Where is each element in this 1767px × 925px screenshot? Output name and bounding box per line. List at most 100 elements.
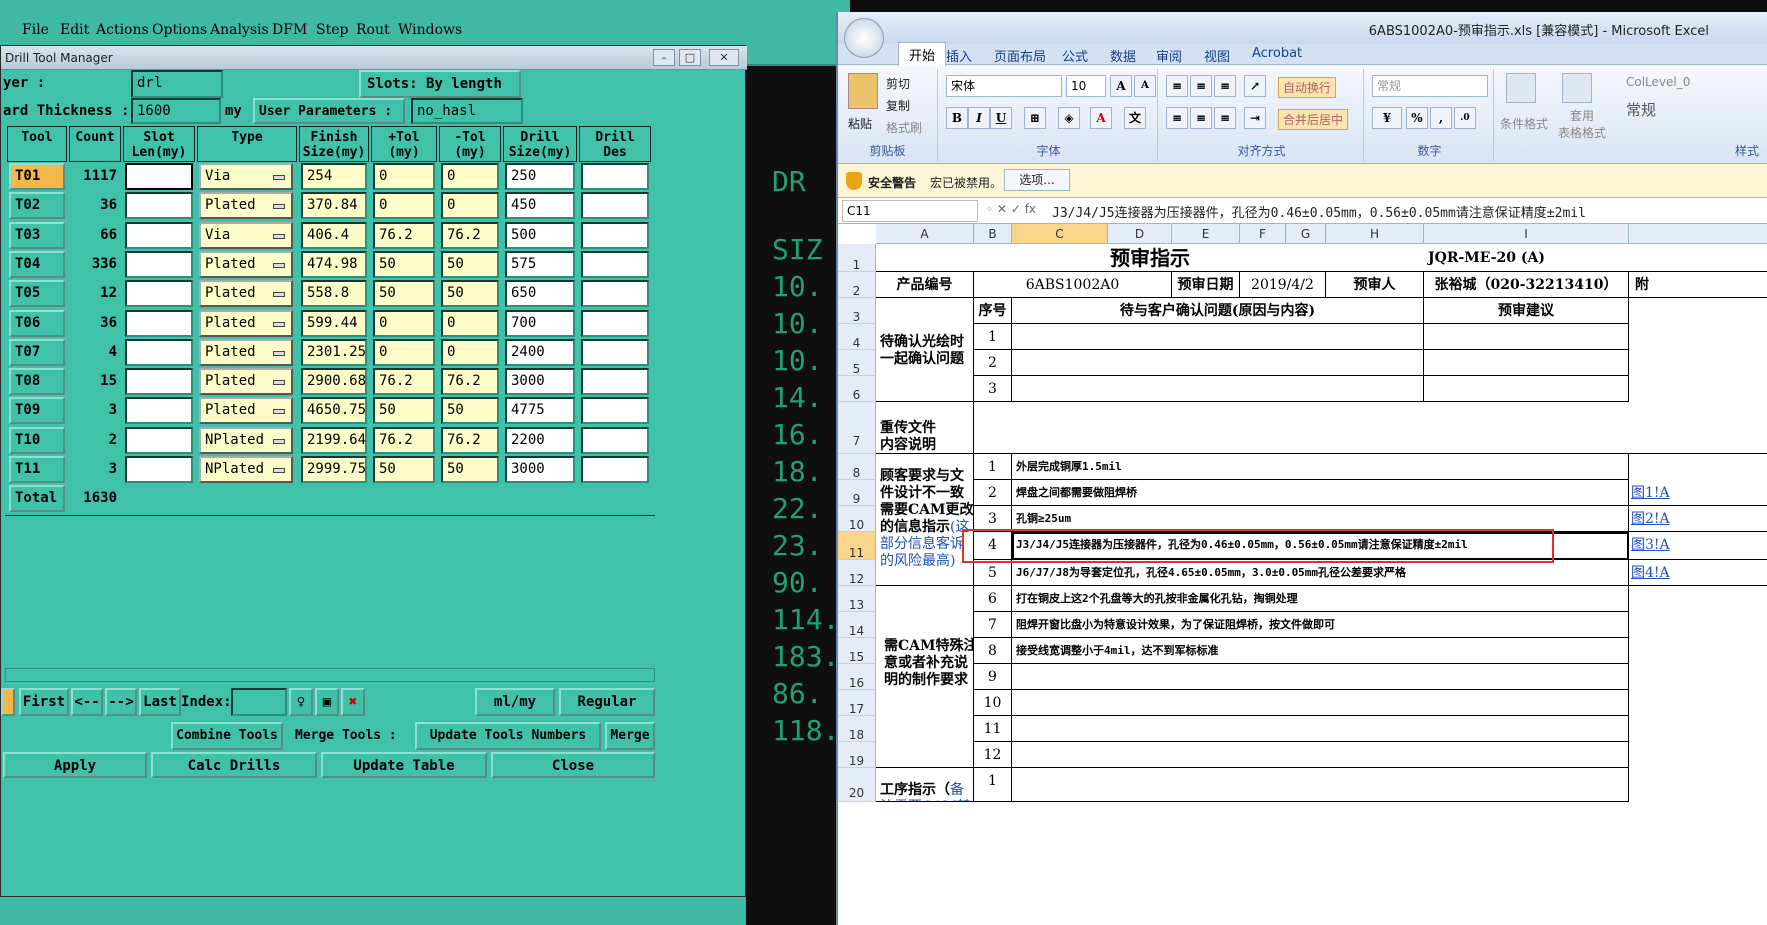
- slot-len-cell[interactable]: [125, 368, 193, 396]
- plus-tol-cell[interactable]: 0: [373, 192, 435, 220]
- column-header[interactable]: -Tol (my): [439, 126, 501, 162]
- paste-icon[interactable]: [848, 73, 878, 109]
- tool-id-cell[interactable]: T05: [9, 280, 65, 308]
- column-header-extra[interactable]: [1629, 224, 1767, 244]
- minus-tol-cell[interactable]: 50: [441, 280, 499, 308]
- slot-len-cell[interactable]: [125, 426, 193, 454]
- tool-id-cell[interactable]: T04: [9, 250, 65, 278]
- column-header[interactable]: C: [1012, 224, 1108, 244]
- seq-cell[interactable]: 3: [974, 376, 1012, 402]
- wrap-text-button[interactable]: 自动换行: [1278, 77, 1337, 98]
- row-header[interactable]: 4: [838, 324, 876, 350]
- slot-len-cell[interactable]: [125, 456, 193, 483]
- comma-icon[interactable]: ,: [1430, 107, 1452, 129]
- minus-tol-cell[interactable]: 0: [441, 192, 499, 220]
- slots-selector[interactable]: Slots: By length: [359, 70, 521, 98]
- seq-cell[interactable]: 12: [974, 742, 1012, 768]
- first-button[interactable]: First: [19, 688, 69, 716]
- slot-len-cell[interactable]: [125, 221, 193, 249]
- cell-style-name[interactable]: ColLevel_0: [1626, 75, 1690, 89]
- minus-tol-cell[interactable]: 0: [441, 163, 499, 190]
- item-cell[interactable]: 打在铜皮上这2个孔盘等大的孔按非金属化孔钻，掏铜处理: [1012, 586, 1629, 612]
- drill-size-cell[interactable]: 700: [505, 309, 575, 337]
- seq-cell[interactable]: 8: [974, 638, 1012, 664]
- minus-tol-cell[interactable]: 76.2: [441, 426, 499, 454]
- tool-id-cell[interactable]: T10: [9, 426, 65, 454]
- extra-label[interactable]: 附: [1629, 272, 1767, 298]
- minus-tol-cell[interactable]: 50: [441, 397, 499, 425]
- name-box[interactable]: C11: [842, 200, 978, 222]
- row-header[interactable]: 7: [838, 402, 876, 454]
- link-cell[interactable]: 图1!A: [1629, 480, 1767, 506]
- copy-button[interactable]: 复制: [886, 97, 910, 114]
- row-header[interactable]: 20: [838, 768, 876, 802]
- type-selector[interactable]: Plated: [199, 309, 293, 337]
- row-header[interactable]: 6: [838, 376, 876, 402]
- tool-id-cell[interactable]: T11: [9, 456, 65, 483]
- prev-button[interactable]: <--: [71, 688, 103, 716]
- close-button[interactable]: Close: [491, 752, 655, 778]
- advice-cell[interactable]: [1424, 376, 1629, 402]
- apply-button[interactable]: Apply: [3, 752, 147, 778]
- ribbon-tab[interactable]: 插入: [946, 46, 972, 65]
- plus-tol-cell[interactable]: 50: [373, 397, 435, 425]
- item-cell[interactable]: [1012, 768, 1629, 802]
- ribbon-tab[interactable]: 开始: [898, 42, 947, 66]
- column-header[interactable]: Drill Size(my): [503, 126, 577, 162]
- index-field[interactable]: [231, 688, 287, 716]
- orientation-icon[interactable]: ↗: [1244, 75, 1266, 97]
- type-selector[interactable]: Via: [199, 221, 293, 249]
- item-cell[interactable]: [1012, 690, 1629, 716]
- drill-size-cell[interactable]: 3000: [505, 456, 575, 483]
- drill-size-cell[interactable]: 500: [505, 221, 575, 249]
- type-selector[interactable]: Plated: [199, 192, 293, 220]
- drill-des-cell[interactable]: [581, 456, 649, 483]
- conditional-format-label[interactable]: 条件格式: [1500, 115, 1548, 132]
- column-header[interactable]: G: [1286, 224, 1326, 244]
- menu-edit[interactable]: Edit: [60, 22, 89, 38]
- seq-cell[interactable]: 5: [974, 560, 1012, 586]
- menu-windows[interactable]: Windows: [398, 22, 462, 38]
- link-cell[interactable]: 图4!A: [1629, 560, 1767, 586]
- row-header[interactable]: 8: [838, 454, 876, 480]
- row-header[interactable]: 15: [838, 638, 876, 664]
- align-bottom-icon[interactable]: ≡: [1214, 75, 1236, 97]
- seq-cell[interactable]: 10: [974, 690, 1012, 716]
- drill-des-cell[interactable]: [581, 163, 649, 190]
- close-icon[interactable]: ✕: [709, 49, 739, 66]
- drill-des-cell[interactable]: [581, 309, 649, 337]
- sheet-title[interactable]: 预审指示: [876, 244, 1424, 272]
- section-resend[interactable]: 重传文件 内容说明: [876, 402, 974, 454]
- slot-len-cell[interactable]: [125, 192, 193, 220]
- slot-len-cell[interactable]: [125, 338, 193, 366]
- reviewer-label[interactable]: 预审人: [1326, 272, 1424, 298]
- seq-cell[interactable]: 1: [974, 768, 1012, 802]
- tool-id-cell[interactable]: T09: [9, 397, 65, 425]
- finish-size-cell[interactable]: 474.98: [301, 250, 367, 278]
- plus-tol-cell[interactable]: 0: [373, 163, 435, 190]
- item-cell[interactable]: 阻焊开窗比盘小为特意设计效果，为了保证阻焊桥，按文件做即可: [1012, 612, 1629, 638]
- column-header[interactable]: Finish Size(my): [299, 126, 369, 162]
- format-painter-button[interactable]: 格式刷: [886, 119, 922, 136]
- reviewer-value[interactable]: 张裕城（020-32213410）: [1424, 272, 1629, 298]
- phonetic-icon[interactable]: 文: [1124, 107, 1146, 129]
- product-value[interactable]: 6ABS1002A0: [974, 272, 1172, 298]
- align-right-icon[interactable]: ≡: [1214, 107, 1236, 129]
- row-header[interactable]: 19: [838, 742, 876, 768]
- advice-header[interactable]: 预审建议: [1424, 298, 1629, 324]
- merge-button[interactable]: Merge: [605, 722, 655, 750]
- fill-color-icon[interactable]: ◈: [1058, 107, 1080, 129]
- ribbon-tab[interactable]: 页面布局: [994, 46, 1046, 65]
- paste-label[interactable]: 粘贴: [848, 115, 872, 132]
- finish-size-cell[interactable]: 4650.75: [301, 397, 367, 425]
- office-button-icon[interactable]: [844, 18, 884, 58]
- issue-header[interactable]: 待与客户确认问题(原因与内容): [1012, 298, 1424, 324]
- link-cell[interactable]: 图3!A: [1629, 532, 1767, 560]
- finish-size-cell[interactable]: 2199.64: [301, 426, 367, 454]
- plus-tol-cell[interactable]: 0: [373, 309, 435, 337]
- percent-icon[interactable]: %: [1406, 107, 1428, 129]
- menu-options[interactable]: Options: [152, 22, 207, 38]
- menu-file[interactable]: File: [22, 22, 49, 38]
- formula-input[interactable]: J3/J4/J5连接器为压接器件，孔径为0.46±0.05mm，0.56±0.0…: [1052, 202, 1586, 221]
- tool-id-cell[interactable]: T07: [9, 338, 65, 366]
